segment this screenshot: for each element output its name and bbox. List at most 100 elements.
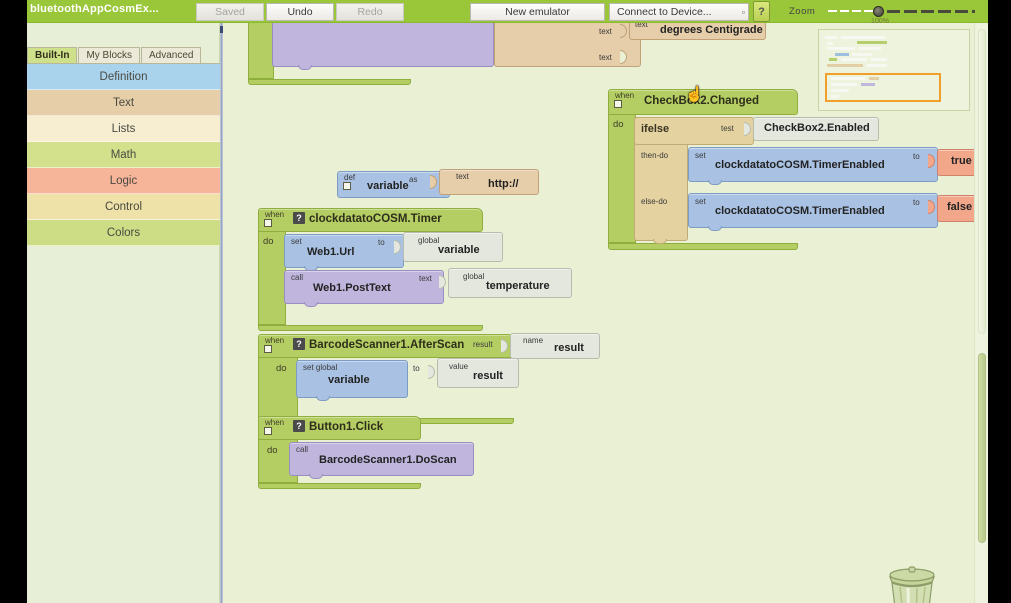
barcode-result-name[interactable]: result <box>554 342 584 354</box>
tab-advanced[interactable]: Advanced <box>141 47 202 63</box>
partial-text-socket-2: text <box>599 53 612 62</box>
canvas-vertical-scrollbar[interactable] <box>974 23 988 603</box>
connect-to-device-dropdown[interactable]: Connect to Device... ▫ <box>609 3 749 21</box>
set-global-property[interactable]: variable <box>328 374 370 386</box>
clock-do-label: do <box>263 236 274 247</box>
zoom-track-left <box>828 10 873 12</box>
app-title: bluetoothAppCosmEx... <box>30 3 159 15</box>
redo-button[interactable]: Redo <box>336 3 404 21</box>
button1-mutator-icon[interactable] <box>264 427 272 435</box>
get-temperature-name[interactable]: temperature <box>486 280 550 292</box>
def-keyword: def <box>344 173 356 182</box>
palette-category-math[interactable]: Math <box>27 142 220 168</box>
checkbox2-when-label: when <box>615 91 635 100</box>
barcode-mutator-icon[interactable] <box>264 345 272 353</box>
ifelse-then-label: then-do <box>641 151 669 160</box>
button1-when-label: when <box>265 418 285 427</box>
zoom-track-right <box>887 10 975 13</box>
partial-text-value: degrees Centigrade <box>660 24 763 36</box>
clock-mutator-icon[interactable] <box>264 219 272 227</box>
then-set-property[interactable]: clockdatatoCOSM.TimerEnabled <box>715 159 885 171</box>
partial-text-socket-1: text <box>599 27 612 36</box>
ifelse-test-label: test <box>721 124 734 133</box>
call-posttext-method[interactable]: Web1.PostText <box>313 282 391 294</box>
checkbox2-do-label: do <box>613 119 624 130</box>
right-gutter <box>988 0 1011 603</box>
barcode-result-label: result <box>473 340 493 349</box>
set-global-to-label: to <box>413 364 420 373</box>
set-global-label: set global <box>303 363 338 372</box>
then-value-true[interactable]: true <box>951 155 972 167</box>
palette-category-definition[interactable]: Definition <box>27 64 220 90</box>
zoom-label: Zoom <box>789 6 816 17</box>
undo-button[interactable]: Undo <box>266 3 334 21</box>
left-gutter <box>0 23 27 603</box>
ifelse-else-label: else-do <box>641 197 668 206</box>
palette-category-control[interactable]: Control <box>27 194 220 220</box>
ifelse-label: ifelse <box>641 123 670 135</box>
palette-sidebar: Built-In My Blocks Advanced Definition T… <box>27 23 220 603</box>
zoom-slider-handle[interactable] <box>873 6 884 17</box>
tab-built-in[interactable]: Built-In <box>27 47 78 63</box>
value-result-name[interactable]: result <box>473 370 503 382</box>
help-icon[interactable]: ? <box>753 1 770 22</box>
barcode-help-icon[interactable]: ? <box>293 338 305 350</box>
then-set-label: set <box>695 151 706 160</box>
def-value-text[interactable]: http:// <box>488 178 519 190</box>
set-web1url-property[interactable]: Web1.Url <box>307 246 354 258</box>
scrollbar-track-upper[interactable] <box>978 29 986 334</box>
else-set-label: set <box>695 197 706 206</box>
chevron-down-icon: ▫ <box>741 7 745 17</box>
palette-category-colors[interactable]: Colors <box>27 220 220 246</box>
def-variable-name[interactable]: variable <box>367 180 409 192</box>
set-web1url-label: set <box>291 237 302 246</box>
else-set-property[interactable]: clockdatatoCOSM.TimerEnabled <box>715 205 885 217</box>
clock-when-label: when <box>265 210 285 219</box>
button1-help-icon[interactable]: ? <box>293 420 305 432</box>
call-doscan-method[interactable]: BarcodeScanner1.DoScan <box>319 454 457 466</box>
barcode-result-name-label: name <box>523 336 544 345</box>
get-temperature-scope: global <box>463 272 485 281</box>
call-posttext-label: call <box>291 273 304 282</box>
button1-do-label: do <box>267 445 278 456</box>
scrollbar-thumb[interactable] <box>978 353 986 543</box>
else-value-false[interactable]: false <box>947 201 972 213</box>
minimap[interactable] <box>818 29 970 111</box>
zoom-slider[interactable]: 100% <box>828 6 975 25</box>
get-variable-scope: global <box>418 236 440 245</box>
get-variable-name[interactable]: variable <box>438 244 480 256</box>
button1-event-title: Button1.Click <box>309 421 384 433</box>
palette-category-text[interactable]: Text <box>27 90 220 116</box>
palette-tabs: Built-In My Blocks Advanced <box>27 47 220 63</box>
palette-category-lists[interactable]: Lists <box>27 116 220 142</box>
def-as-label: as <box>409 175 418 184</box>
partial-text-label: text <box>635 23 648 29</box>
call-doscan-label: call <box>296 445 309 454</box>
def-value-type: text <box>456 172 469 181</box>
checkbox2-mutator-icon[interactable] <box>614 100 622 108</box>
connect-to-device-label: Connect to Device... <box>617 6 712 18</box>
tab-my-blocks[interactable]: My Blocks <box>78 47 140 63</box>
def-mutator-icon[interactable] <box>343 182 351 190</box>
checkbox2-event-title: CheckBox2.Changed <box>644 95 760 107</box>
call-posttext-param-label: text <box>419 274 432 283</box>
clock-event-title: clockdatatoCOSM.Timer <box>309 213 442 225</box>
palette-category-logic[interactable]: Logic <box>27 168 220 194</box>
barcode-event-title: BarcodeScanner1.AfterScan <box>309 339 465 351</box>
checkbox2-enabled-getter[interactable]: CheckBox2.Enabled <box>764 122 870 134</box>
trash-can-icon[interactable] <box>883 563 941 603</box>
barcode-when-label: when <box>265 336 285 345</box>
top-toolbar: bluetoothAppCosmEx... Saved Undo Redo Ne… <box>0 0 1011 25</box>
value-result-label: value <box>449 362 469 371</box>
blocks-editor-window: bluetoothAppCosmEx... Saved Undo Redo Ne… <box>0 0 1011 603</box>
set-web1url-to-label: to <box>378 238 385 247</box>
then-to-label: to <box>913 152 920 161</box>
clock-help-icon[interactable]: ? <box>293 212 305 224</box>
toolbar-left-gutter <box>0 0 27 23</box>
palette-category-list: Definition Text Lists Math Logic Control… <box>27 64 220 246</box>
new-emulator-button[interactable]: New emulator <box>470 3 605 21</box>
blocks-canvas[interactable]: text text text degrees Centigrade def va… <box>223 23 988 603</box>
else-to-label: to <box>913 198 920 207</box>
saved-status-button[interactable]: Saved <box>196 3 264 21</box>
barcode-do-label: do <box>276 363 287 374</box>
